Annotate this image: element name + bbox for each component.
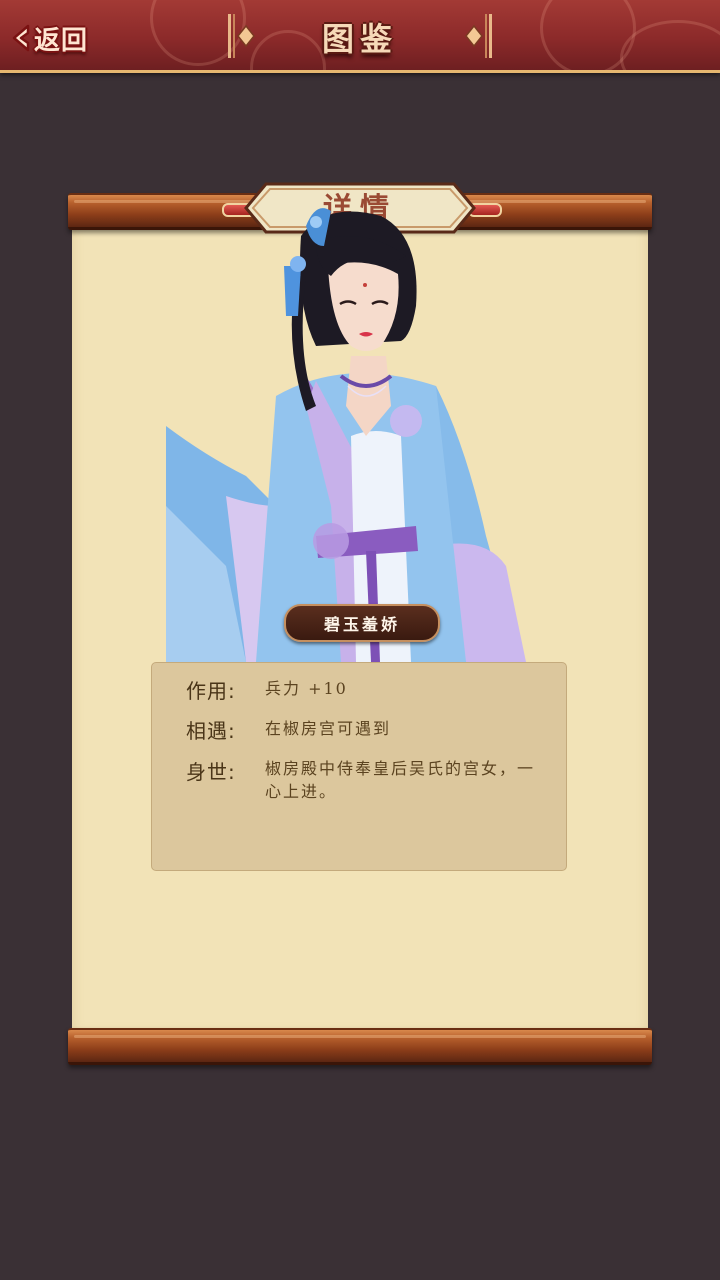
effect-value: 兵力 +10 [265,679,348,698]
effect-label: 作用: [186,679,236,703]
background-label: 身世: [186,760,236,784]
encounter-label: 相遇: [186,719,236,743]
encounter-value: 在椒房宫可遇到 [265,719,392,738]
character-name-plate: 碧玉羞娇 [284,604,440,642]
character-portrait [166,208,526,662]
info-panel: 作用: 兵力 +10 相遇: 在椒房宫可遇到 身世: 椒房殿中侍奉皇后吴氏的宫女… [151,662,567,871]
page-title: 图鉴 [321,20,398,58]
title-right-ornament-icon [465,14,492,58]
scroll-bottom-rod [68,1028,652,1065]
character-name: 碧玉羞娇 [323,615,400,634]
top-bar: 返回 图鉴 [0,0,720,73]
background-value: 椒房殿中侍奉皇后吴氏的宫女，一心上进。 [265,759,536,801]
